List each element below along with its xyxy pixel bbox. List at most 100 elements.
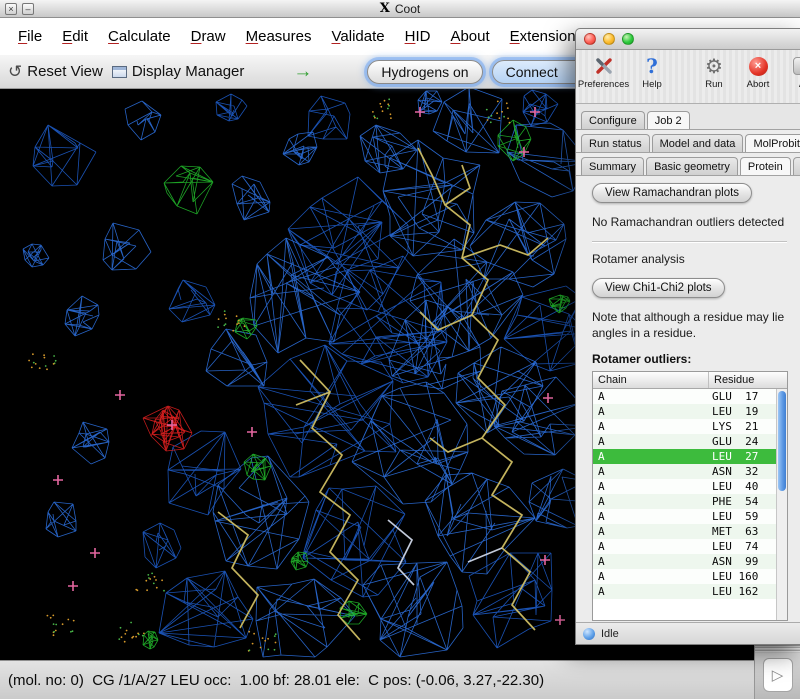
rotamer-row-phe-54[interactable]: APHE 54 <box>593 494 776 509</box>
go-arrow-icon[interactable]: → <box>293 62 312 81</box>
reset-view-icon: ↺ <box>8 63 22 80</box>
window-title: Coot <box>395 2 420 16</box>
residue-cell: GLU 17 <box>709 390 761 403</box>
ramachandran-status-text: No Ramachandran outliers detected <box>592 215 800 229</box>
chain-cell: A <box>593 555 709 568</box>
dialog-titlebar[interactable] <box>576 29 800 50</box>
reset-view-button[interactable]: ↺ Reset View <box>8 63 103 80</box>
rotamer-row-leu-74[interactable]: ALEU 74 <box>593 539 776 554</box>
chain-cell: A <box>593 450 709 463</box>
residue-cell: LEU 19 <box>709 405 761 418</box>
view-ramachandran-plots-button[interactable]: View Ramachandran plots <box>592 183 752 203</box>
validation-tab-c[interactable]: C <box>793 157 800 175</box>
rotamer-row-met-63[interactable]: AMET 63 <box>593 524 776 539</box>
rotamer-row-leu-40[interactable]: ALEU 40 <box>593 479 776 494</box>
preferences-button[interactable]: Preferences <box>584 55 623 90</box>
subtab-run-status[interactable]: Run status <box>581 134 650 152</box>
coot-application: × – X Coot FileEditCalculateDrawMeasures… <box>0 0 800 699</box>
rotamer-row-glu-24[interactable]: AGLU 24 <box>593 434 776 449</box>
tab-configure[interactable]: Configure <box>581 111 645 129</box>
hydrogens-toggle-button[interactable]: Hydrogens on <box>367 60 482 84</box>
run-button[interactable]: ⚙ Run <box>699 55 729 90</box>
section-separator <box>592 241 787 242</box>
menu-edit[interactable]: Edit <box>52 28 98 45</box>
rotamer-row-leu-19[interactable]: ALEU 19 <box>593 404 776 419</box>
chain-cell: A <box>593 495 709 508</box>
residue-cell: LEU 27 <box>709 450 761 463</box>
subtab-model-and-data[interactable]: Model and data <box>652 134 744 152</box>
dialog-minimize-button[interactable] <box>603 33 615 45</box>
menu-hid[interactable]: HID <box>395 28 441 45</box>
menu-calculate[interactable]: Calculate <box>98 28 181 45</box>
table-scrollbar-thumb[interactable] <box>778 391 786 491</box>
rotamer-row-asn-32[interactable]: AASN 32 <box>593 464 776 479</box>
status-orb-icon <box>583 628 595 640</box>
rotamer-note-line2: angles in a residue. <box>592 326 800 340</box>
chain-cell: A <box>593 435 709 448</box>
residue-cell: LEU 59 <box>709 510 761 523</box>
dialog-tabs-level1: ConfigureJob 2 <box>576 104 800 130</box>
subtab-molprobity[interactable]: MolProbity <box>745 134 800 152</box>
menu-validate[interactable]: Validate <box>321 28 394 45</box>
rotamer-analysis-label: Rotamer analysis <box>592 252 800 266</box>
menu-about[interactable]: About <box>440 28 499 45</box>
abort-icon: × <box>749 57 768 76</box>
menu-draw[interactable]: Draw <box>181 28 236 45</box>
clipped-toolbar-button[interactable]: A <box>787 55 800 90</box>
residue-cell: ASN 99 <box>709 555 761 568</box>
residue-cell: LEU 74 <box>709 540 761 553</box>
rotamer-row-leu-160[interactable]: ALEU 160 <box>593 569 776 584</box>
validation-tab-protein[interactable]: Protein <box>740 157 791 175</box>
window-minimize-button[interactable]: – <box>22 3 34 15</box>
display-manager-button[interactable]: Display Manager <box>112 63 245 80</box>
residue-cell: LYS 21 <box>709 420 761 433</box>
validation-tab-basic-geometry[interactable]: Basic geometry <box>646 157 738 175</box>
display-manager-icon <box>112 66 127 78</box>
tab-job-2[interactable]: Job 2 <box>647 111 690 129</box>
residue-cell: PHE 54 <box>709 495 761 508</box>
dialog-toolbar: Preferences ? Help ⚙ Run × Abort A <box>576 50 800 104</box>
chain-cell: A <box>593 540 709 553</box>
menu-measures[interactable]: Measures <box>236 28 322 45</box>
dialog-tabs-level3: SummaryBasic geometryProteinC <box>576 153 800 176</box>
clipped-icon <box>793 57 800 75</box>
corner-panel: ▷ <box>754 645 800 699</box>
residue-cell: LEU 162 <box>709 585 761 598</box>
residue-column-header[interactable]: Residue <box>709 372 787 388</box>
chain-cell: A <box>593 390 709 403</box>
rotamer-row-glu-17[interactable]: AGLU 17 <box>593 389 776 404</box>
residue-cell: LEU 40 <box>709 480 761 493</box>
validation-dialog: Preferences ? Help ⚙ Run × Abort A Confi… <box>575 28 800 645</box>
dialog-status-text: Idle <box>601 628 619 640</box>
dialog-tabs-level2: Run statusModel and dataMolProbity <box>576 130 800 153</box>
dialog-close-button[interactable] <box>584 33 596 45</box>
table-scrollbar[interactable] <box>776 389 787 620</box>
validation-tab-summary[interactable]: Summary <box>581 157 644 175</box>
play-button[interactable]: ▷ <box>763 658 793 692</box>
resize-grip[interactable] <box>755 646 800 653</box>
window-close-button[interactable]: × <box>5 3 17 15</box>
rotamer-row-leu-59[interactable]: ALEU 59 <box>593 509 776 524</box>
dialog-status-bar: Idle <box>576 622 800 644</box>
rotamer-row-leu-162[interactable]: ALEU 162 <box>593 584 776 599</box>
chain-cell: A <box>593 420 709 433</box>
chain-cell: A <box>593 570 709 583</box>
view-chi1-chi2-plots-button[interactable]: View Chi1-Chi2 plots <box>592 278 725 298</box>
abort-button[interactable]: × Abort <box>743 55 773 90</box>
menu-file[interactable]: File <box>8 28 52 45</box>
table-body: AGLU 17ALEU 19ALYS 21AGLU 24ALEU 27AASN … <box>593 389 776 620</box>
help-button[interactable]: ? Help <box>637 55 667 90</box>
chain-column-header[interactable]: Chain <box>593 372 709 388</box>
residue-cell: LEU 160 <box>709 570 761 583</box>
x11-icon: X <box>380 1 390 16</box>
help-icon: ? <box>646 55 658 77</box>
dialog-zoom-button[interactable] <box>622 33 634 45</box>
chain-cell: A <box>593 510 709 523</box>
table-header: Chain Residue <box>593 372 787 389</box>
rotamer-row-leu-27[interactable]: ALEU 27 <box>593 449 776 464</box>
status-bar: (mol. no: 0) CG /1/A/27 LEU occ: 1.00 bf… <box>0 660 800 699</box>
preferences-icon <box>594 55 614 77</box>
rotamer-row-asn-99[interactable]: AASN 99 <box>593 554 776 569</box>
rotamer-row-lys-21[interactable]: ALYS 21 <box>593 419 776 434</box>
residue-cell: ASN 32 <box>709 465 761 478</box>
